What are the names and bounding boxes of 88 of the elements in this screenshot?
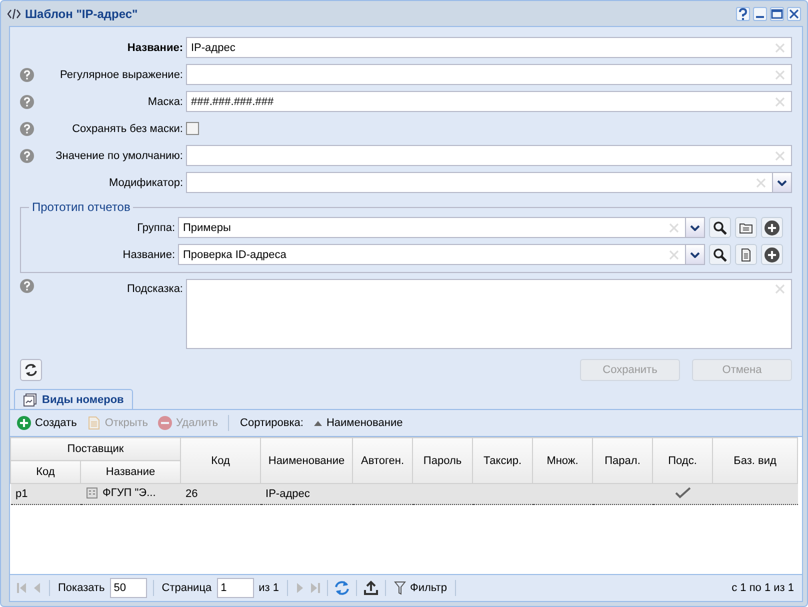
- document-button[interactable]: [735, 244, 757, 265]
- field-label: Название:: [122, 248, 176, 260]
- column-header[interactable]: Код: [10, 460, 80, 484]
- filter-button[interactable]: Фильтр: [392, 581, 449, 595]
- dropdown-trigger[interactable]: [685, 245, 704, 264]
- field-label: Сохранять без маски:: [71, 122, 184, 134]
- sort-label: Сортировка:: [239, 417, 304, 429]
- group-legend: Прототип отчетов: [29, 200, 134, 214]
- minimize-icon: [756, 16, 764, 18]
- column-group-header: Поставщик: [10, 438, 181, 460]
- sort-button[interactable]: Наименование: [311, 417, 406, 429]
- help-button[interactable]: [736, 6, 750, 20]
- column-header[interactable]: Множ.: [532, 438, 593, 484]
- help-icon[interactable]: [20, 148, 34, 162]
- column-header[interactable]: Пароль: [412, 438, 473, 484]
- filter-icon: [394, 581, 406, 595]
- paging-summary: с 1 по 1 из 1: [730, 582, 795, 594]
- sort-ascending-icon: [314, 420, 322, 426]
- page-number-field[interactable]: 1: [216, 578, 254, 598]
- field-label: Подсказка:: [126, 282, 184, 295]
- page-count: из 1: [258, 582, 280, 594]
- column-header[interactable]: Подс.: [652, 438, 713, 484]
- dropdown-trigger[interactable]: [772, 173, 791, 192]
- help-icon[interactable]: [20, 122, 34, 136]
- field-label: Название:: [126, 42, 184, 54]
- maximize-button[interactable]: [770, 6, 784, 20]
- column-header[interactable]: Баз. вид: [712, 438, 798, 484]
- search-icon: [713, 220, 727, 234]
- search-icon: [713, 248, 727, 262]
- page-label: Страница: [160, 582, 213, 594]
- field-label: Маска:: [146, 96, 184, 108]
- column-header[interactable]: Наименование: [260, 438, 353, 484]
- add-button[interactable]: [761, 217, 783, 238]
- folder-button[interactable]: [735, 217, 757, 238]
- text-field[interactable]: [186, 64, 792, 85]
- dropdown-field[interactable]: Примеры: [178, 217, 705, 238]
- help-icon[interactable]: [20, 68, 34, 82]
- building-icon: [86, 486, 98, 498]
- checkbox[interactable]: [186, 122, 199, 135]
- column-header[interactable]: Название: [80, 460, 181, 484]
- minimize-button[interactable]: [753, 6, 767, 20]
- table-cell: p1: [16, 488, 28, 500]
- folder-icon: [739, 222, 753, 234]
- document-icon: [741, 248, 751, 262]
- add-button[interactable]: [761, 244, 783, 265]
- add-icon: [17, 416, 31, 430]
- text-field[interactable]: IP-адрес: [186, 37, 792, 58]
- close-button[interactable]: [787, 6, 801, 20]
- window-title: Шаблон "IP-адрес": [25, 6, 138, 20]
- tab[interactable]: Виды номеров: [14, 389, 133, 409]
- column-header[interactable]: Таксир.: [472, 438, 533, 484]
- chevron-icon: [690, 224, 700, 230]
- add-icon: [764, 246, 780, 262]
- table-cell: ФГУП "Э...: [102, 486, 156, 498]
- upload-icon[interactable]: [363, 580, 379, 596]
- column-header[interactable]: Парал.: [592, 438, 653, 484]
- toolbar-button[interactable]: Создать: [14, 416, 80, 430]
- text-field[interactable]: ###.###.###.###: [186, 91, 792, 112]
- field-label: Регулярное выражение:: [59, 68, 184, 80]
- search-button[interactable]: [709, 217, 731, 238]
- dropdown-trigger[interactable]: [685, 218, 704, 237]
- refresh-icon: [24, 363, 38, 377]
- chart-window-icon: [23, 392, 37, 406]
- chevron-icon: [777, 180, 787, 186]
- chevron-icon: [690, 252, 700, 258]
- search-button[interactable]: [709, 244, 731, 265]
- document-icon: [86, 416, 101, 430]
- column-header[interactable]: Код: [180, 438, 261, 484]
- refresh-icon[interactable]: [334, 580, 350, 596]
- refresh-button[interactable]: [20, 359, 42, 381]
- help-icon[interactable]: [20, 94, 34, 108]
- column-header[interactable]: Автоген.: [352, 438, 413, 484]
- table-row[interactable]: p1 ФГУП "Э... 26 IP-адрес: [10, 484, 798, 504]
- field-label: Группа:: [136, 222, 176, 234]
- text-area[interactable]: [186, 279, 792, 349]
- dropdown-field[interactable]: [186, 172, 792, 193]
- remove-icon: [158, 416, 172, 430]
- text-field[interactable]: [186, 145, 792, 166]
- page-size-field[interactable]: 50: [110, 578, 147, 598]
- page-size-label: Показать: [57, 582, 106, 594]
- add-icon: [764, 220, 780, 236]
- dropdown-field[interactable]: Проверка ID-адреса: [178, 244, 705, 265]
- code-icon: [7, 8, 21, 18]
- table-cell: 26: [186, 488, 198, 500]
- help-icon[interactable]: [20, 279, 34, 293]
- field-label: Модификатор:: [108, 176, 184, 188]
- table-cell: IP-адрес: [266, 488, 310, 500]
- field-label: Значение по умолчанию:: [54, 150, 184, 162]
